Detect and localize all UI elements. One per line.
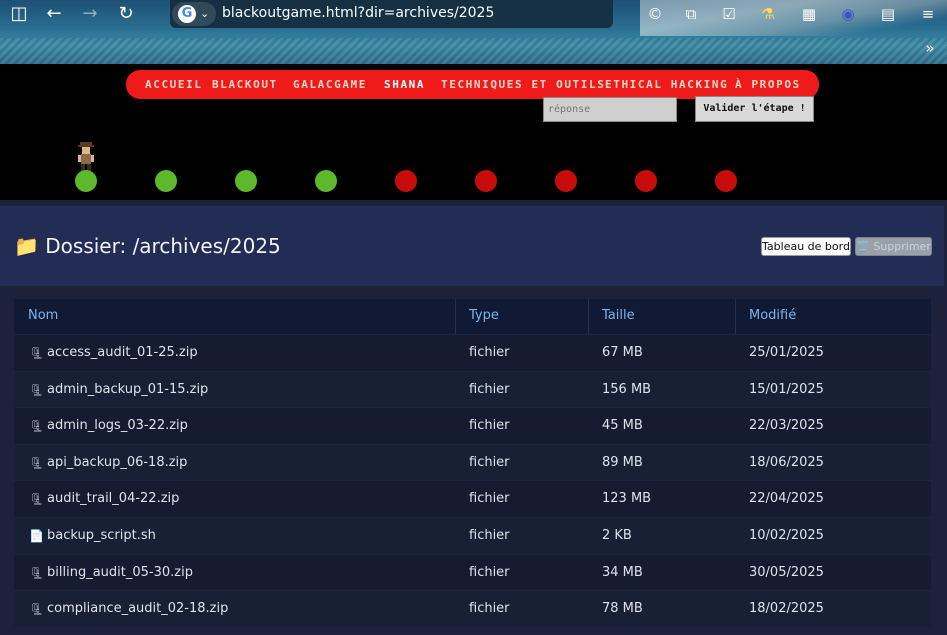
- column-divider: [588, 299, 589, 334]
- zip-file-icon: 🗜: [29, 492, 45, 507]
- file-modified: 25/01/2025: [749, 345, 824, 360]
- site-info-button[interactable]: G ⌄: [172, 2, 216, 26]
- reload-icon[interactable]: ↻: [113, 3, 139, 25]
- nav-item-a-propos[interactable]: À PROPOS: [735, 78, 801, 91]
- file-modified: 30/05/2025: [749, 564, 824, 580]
- extension-c-icon[interactable]: ©: [645, 4, 665, 24]
- file-name[interactable]: audit_trail_04-22.zip: [47, 491, 179, 506]
- google-icon: G: [178, 5, 196, 23]
- forward-arrow-icon[interactable]: →: [77, 3, 103, 25]
- file-size: 2 KB: [602, 527, 632, 543]
- file-name[interactable]: access_audit_01-25.zip: [47, 345, 198, 360]
- zip-file-icon: 🗜: [29, 565, 45, 580]
- browser-toolbar: ◫ ← → ↻ G ⌄ blackoutgame.html?dir=archiv…: [0, 0, 947, 64]
- progress-step-1: [75, 170, 97, 192]
- file-type: fichier: [469, 491, 510, 507]
- progress-step-3: [235, 170, 257, 192]
- column-header-type[interactable]: Type: [469, 308, 499, 323]
- progress-step-6: [475, 170, 497, 192]
- column-header-modified[interactable]: Modifié: [749, 308, 796, 323]
- file-size: 123 MB: [602, 491, 652, 507]
- extension-circle-icon[interactable]: ◉: [838, 4, 858, 24]
- sidebar-toggle-icon[interactable]: ◫: [6, 3, 32, 25]
- table-row[interactable]: 🗜 admin_logs_03-22.zip fichier 45 MB 22/03/2…: [14, 407, 931, 444]
- dashboard-button[interactable]: Tableau de bord: [761, 237, 851, 256]
- file-size: 67 MB: [602, 345, 643, 360]
- progress-step-7: [555, 170, 577, 192]
- file-type: fichier: [469, 345, 510, 360]
- file-size: 34 MB: [602, 564, 643, 580]
- back-arrow-icon[interactable]: ←: [41, 3, 67, 25]
- file-size: 89 MB: [602, 454, 643, 470]
- file-icon: 📄: [29, 528, 44, 543]
- table-row[interactable]: 🗜 api_backup_06-18.zip fichier 89 MB 18/06/2…: [14, 443, 931, 481]
- reading-list-icon[interactable]: ▤: [878, 4, 898, 24]
- answer-input[interactable]: [543, 97, 677, 122]
- progress-step-4: [315, 170, 337, 192]
- progress-step-9: [715, 170, 737, 192]
- table-row[interactable]: 🗜 admin_backup_01-15.zip fichier 156 MB 15/0…: [14, 370, 931, 408]
- zip-file-icon: 🗜: [29, 455, 45, 470]
- delete-button[interactable]: 🗑️ Supprimer: [855, 237, 932, 256]
- file-modified: 22/04/2025: [749, 491, 824, 507]
- table-row[interactable]: 🗜 billing_audit_05-30.zip fichier 34 MB 30/0…: [14, 553, 931, 591]
- file-type: fichier: [469, 601, 510, 617]
- file-name[interactable]: admin_backup_01-15.zip: [47, 382, 208, 397]
- file-type: fichier: [469, 454, 510, 470]
- folder-title: 📁 Dossier: /archives/2025: [14, 234, 281, 258]
- column-divider: [455, 299, 456, 334]
- file-modified: 10/02/2025: [749, 527, 824, 543]
- zip-file-icon: 🗜: [29, 602, 45, 617]
- zip-file-icon: 🗜: [29, 382, 45, 397]
- file-type: fichier: [469, 527, 510, 543]
- file-name[interactable]: compliance_audit_02-18.zip: [47, 601, 228, 616]
- file-type: fichier: [469, 381, 510, 397]
- file-modified: 18/06/2025: [749, 454, 824, 470]
- table-header: Nom Type Taille Modifié: [14, 299, 931, 334]
- file-modified: 15/01/2025: [749, 381, 824, 397]
- extensions-puzzle-icon[interactable]: ⧉: [681, 4, 701, 24]
- column-header-size[interactable]: Taille: [602, 308, 635, 323]
- file-type: fichier: [469, 418, 510, 434]
- file-table: Nom Type Taille Modifié 🗜 access_audit_01…: [14, 299, 931, 627]
- file-size: 156 MB: [602, 381, 652, 397]
- extension-grid-icon[interactable]: ▦: [799, 4, 819, 24]
- table-row[interactable]: 🗜 access_audit_01-25.zip fichier 67 MB 25/01…: [14, 334, 931, 371]
- nav-item-blackout[interactable]: BLACKOUT: [212, 78, 278, 91]
- extension-check-icon[interactable]: ☑: [719, 4, 739, 24]
- file-type: fichier: [469, 564, 510, 580]
- menu-icon[interactable]: ≡: [918, 4, 938, 24]
- nav-item-galacgame[interactable]: GALACGAME: [293, 78, 367, 91]
- file-name[interactable]: billing_audit_05-30.zip: [47, 565, 193, 580]
- file-modified: 18/02/2025: [749, 601, 824, 617]
- validate-step-button[interactable]: Valider l'étape !: [695, 96, 814, 122]
- file-size: 45 MB: [602, 418, 643, 434]
- file-name[interactable]: backup_script.sh: [47, 528, 156, 543]
- overflow-chevrons-icon[interactable]: »: [920, 38, 940, 58]
- site-nav: ACCUEIL BLACKOUT GALACGAME SHANA TECHNIQ…: [126, 70, 819, 99]
- nav-item-techniques[interactable]: TECHNIQUES ET OUTILS: [441, 78, 605, 91]
- progress-step-8: [635, 170, 657, 192]
- zip-file-icon: 🗜: [29, 419, 45, 434]
- toolbar-background: [0, 38, 947, 64]
- table-row[interactable]: 📄 backup_script.sh fichier 2 KB 10/02/2025: [14, 516, 931, 554]
- url-text[interactable]: blackoutgame.html?dir=archives/2025: [222, 5, 494, 21]
- file-size: 78 MB: [602, 601, 643, 617]
- chevron-down-icon: ⌄: [200, 7, 210, 20]
- file-modified: 22/03/2025: [749, 418, 824, 434]
- address-bar[interactable]: G ⌄ blackoutgame.html?dir=archives/2025: [170, 0, 613, 28]
- column-divider: [735, 299, 736, 334]
- nav-item-accueil[interactable]: ACCUEIL: [145, 78, 203, 91]
- table-row[interactable]: 🗜 compliance_audit_02-18.zip fichier 78 MB 1…: [14, 590, 931, 627]
- progress-step-2: [155, 170, 177, 192]
- column-header-name[interactable]: Nom: [28, 308, 58, 323]
- file-name[interactable]: api_backup_06-18.zip: [47, 455, 187, 470]
- file-name[interactable]: admin_logs_03-22.zip: [47, 418, 188, 433]
- nav-item-shana[interactable]: SHANA: [384, 78, 425, 91]
- extension-flask-icon[interactable]: ⚗: [758, 4, 778, 24]
- table-row[interactable]: 🗜 audit_trail_04-22.zip fichier 123 MB 22/04…: [14, 480, 931, 517]
- zip-file-icon: 🗜: [29, 346, 45, 360]
- nav-item-ethical-hacking[interactable]: ETHICAL HACKING: [605, 78, 728, 91]
- progress-step-5: [395, 170, 417, 192]
